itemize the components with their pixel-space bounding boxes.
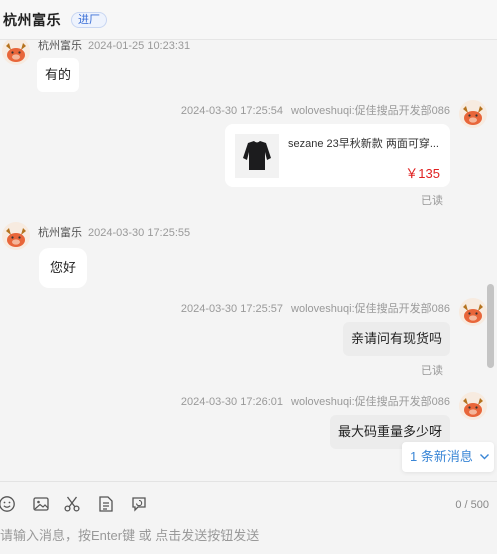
message-time: 2024-03-30 17:25:54 bbox=[180, 105, 284, 117]
message-meta: 2024-03-30 17:26:01 woloveshuqi:促佳搜品开发部08… bbox=[181, 393, 450, 409]
sender-name: woloveshuqi:促佳搜品开发部086 bbox=[291, 105, 450, 117]
sender-name: woloveshuqi:促佳搜品开发部086 bbox=[291, 396, 450, 408]
chat-title: 杭州富乐 bbox=[3, 11, 61, 28]
message-time: 2024-01-25 10:23:31 bbox=[88, 40, 191, 52]
document-icon[interactable] bbox=[97, 495, 115, 513]
read-status: 已读 bbox=[421, 365, 443, 377]
sender-name: 杭州富乐 bbox=[38, 40, 82, 52]
message-list[interactable]: 杭州富乐 2024-01-25 10:23:31 有的 2024-03-30 17… bbox=[0, 40, 497, 480]
message-time: 2024-03-30 17:25:55 bbox=[88, 227, 191, 239]
new-messages-button[interactable]: 1 条新消息 bbox=[402, 442, 494, 472]
product-title[interactable]: sezane 23早秋新款 两面可穿... bbox=[288, 135, 439, 151]
chat-refresh-icon[interactable] bbox=[130, 495, 148, 513]
message-input[interactable]: 请输入消息，按Enter键 或 点击发送按钮发送 bbox=[0, 525, 259, 544]
read-status: 已读 bbox=[421, 195, 443, 207]
new-messages-label: 1 条新消息 bbox=[410, 449, 473, 464]
status-badge[interactable]: 进厂 bbox=[71, 11, 107, 28]
message-bubble[interactable]: 您好 bbox=[39, 248, 88, 288]
product-card[interactable]: sezane 23早秋新款 两面可穿... ￥135 bbox=[225, 124, 450, 187]
message-time: 2024-03-30 17:26:01 bbox=[180, 396, 284, 408]
product-price: ￥135 bbox=[405, 166, 440, 181]
emoji-icon[interactable] bbox=[0, 495, 16, 513]
message-bubble[interactable]: 有的 bbox=[37, 58, 80, 92]
image-icon[interactable] bbox=[32, 495, 50, 513]
message-meta: 2024-03-30 17:25:54 woloveshuqi:促佳搜品开发部08… bbox=[181, 102, 450, 118]
product-image[interactable] bbox=[235, 134, 279, 178]
sender-name: 杭州富乐 bbox=[38, 227, 82, 239]
chevron-down-icon bbox=[479, 443, 490, 473]
avatar[interactable] bbox=[459, 392, 487, 420]
chat-header: 杭州富乐 进厂 bbox=[0, 0, 497, 40]
avatar[interactable] bbox=[2, 40, 30, 65]
sender-name: woloveshuqi:促佳搜品开发部086 bbox=[291, 303, 450, 315]
avatar[interactable] bbox=[459, 100, 487, 128]
avatar[interactable] bbox=[2, 222, 30, 250]
scrollbar[interactable] bbox=[487, 284, 494, 368]
message-bubble[interactable]: 亲请问有现货吗 bbox=[342, 322, 450, 356]
composer: 0 / 500 请输入消息，按Enter键 或 点击发送按钮发送 bbox=[0, 481, 497, 553]
avatar[interactable] bbox=[459, 298, 487, 326]
char-counter: 0 / 500 bbox=[455, 499, 489, 511]
message-meta: 杭州富乐 2024-01-25 10:23:31 bbox=[38, 40, 190, 53]
message-time: 2024-03-30 17:25:57 bbox=[180, 303, 284, 315]
scissors-icon[interactable] bbox=[63, 495, 81, 513]
message-meta: 2024-03-30 17:25:57 woloveshuqi:促佳搜品开发部08… bbox=[181, 300, 450, 316]
message-meta: 杭州富乐 2024-03-30 17:25:55 bbox=[38, 224, 190, 240]
